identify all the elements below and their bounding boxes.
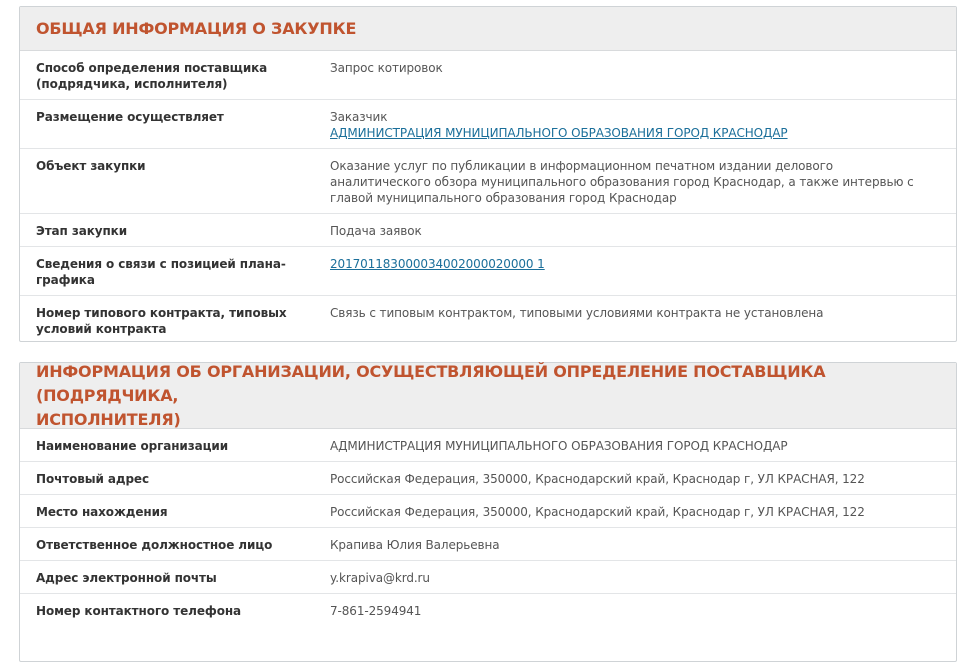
org-row-email: Адрес электронной почты y.krapiva@krd.ru: [20, 561, 956, 594]
row-label: Адрес электронной почты: [36, 571, 217, 585]
organization-info-panel: ИНФОРМАЦИЯ ОБ ОРГАНИЗАЦИИ, ОСУЩЕСТВЛЯЮЩЕ…: [19, 362, 957, 662]
row-label: Способ определения поставщика (подрядчик…: [36, 61, 268, 91]
general-info-header: ОБЩАЯ ИНФОРМАЦИЯ О ЗАКУПКЕ: [20, 7, 956, 51]
row-label: Номер контактного телефона: [36, 604, 242, 618]
org-row-postal-address: Почтовый адрес Российская Федерация, 350…: [20, 462, 956, 495]
row-value: 7-861-2594941: [330, 604, 422, 618]
row-label: Этап закупки: [36, 224, 128, 238]
org-row-name: Наименование организации АДМИНИСТРАЦИЯ М…: [20, 429, 956, 462]
customer-role: Заказчик: [330, 110, 388, 124]
row-label: Размещение осуществляет: [36, 110, 224, 124]
row-value: Запрос котировок: [330, 61, 443, 75]
info-row-stage: Этап закупки Подача заявок: [20, 214, 956, 247]
organization-info-title: ИНФОРМАЦИЯ ОБ ОРГАНИЗАЦИИ, ОСУЩЕСТВЛЯЮЩЕ…: [36, 361, 826, 429]
info-row-supplier-method: Способ определения поставщика (подрядчик…: [20, 51, 956, 100]
row-label: Место нахождения: [36, 505, 168, 519]
general-info-title: ОБЩАЯ ИНФОРМАЦИЯ О ЗАКУПКЕ: [36, 18, 357, 38]
row-label: Объект закупки: [36, 159, 146, 173]
row-label: Номер типового контракта, типовых услови…: [36, 306, 287, 336]
plan-position-link[interactable]: 201701183000034002000020000 1: [330, 257, 545, 271]
row-value: Связь с типовым контрактом, типовыми усл…: [330, 306, 824, 320]
general-info-panel: ОБЩАЯ ИНФОРМАЦИЯ О ЗАКУПКЕ Способ опреде…: [19, 6, 957, 342]
row-value: Российская Федерация, 350000, Краснодарс…: [330, 472, 865, 486]
customer-link[interactable]: АДМИНИСТРАЦИЯ МУНИЦИПАЛЬНОГО ОБРАЗОВАНИЯ…: [330, 125, 926, 141]
row-label: Ответственное должностное лицо: [36, 538, 273, 552]
general-info-rows: Способ определения поставщика (подрядчик…: [20, 51, 956, 344]
row-value: Подача заявок: [330, 224, 422, 238]
info-row-purchase-object: Объект закупки Оказание услуг по публика…: [20, 149, 956, 214]
info-row-typical-contract: Номер типового контракта, типовых услови…: [20, 296, 956, 344]
info-row-placement: Размещение осуществляет Заказчик АДМИНИС…: [20, 100, 956, 149]
row-label: Почтовый адрес: [36, 472, 149, 486]
row-value: y.krapiva@krd.ru: [330, 571, 430, 585]
org-row-location: Место нахождения Российская Федерация, 3…: [20, 495, 956, 528]
org-row-responsible-person: Ответственное должностное лицо Крапива Ю…: [20, 528, 956, 561]
row-label: Сведения о связи с позицией плана-график…: [36, 257, 286, 287]
organization-info-rows: Наименование организации АДМИНИСТРАЦИЯ М…: [20, 429, 956, 626]
row-label: Наименование организации: [36, 439, 229, 453]
row-value: Оказание услуг по публикации в информаци…: [330, 159, 914, 205]
org-row-phone: Номер контактного телефона 7-861-2594941: [20, 594, 956, 626]
row-value: Российская Федерация, 350000, Краснодарс…: [330, 505, 865, 519]
row-value: АДМИНИСТРАЦИЯ МУНИЦИПАЛЬНОГО ОБРАЗОВАНИЯ…: [330, 439, 788, 453]
row-value: Заказчик АДМИНИСТРАЦИЯ МУНИЦИПАЛЬНОГО ОБ…: [330, 109, 956, 141]
row-value: Крапива Юлия Валерьевна: [330, 538, 500, 552]
row-value: 201701183000034002000020000 1: [330, 256, 956, 288]
info-row-plan-position: Сведения о связи с позицией плана-график…: [20, 247, 956, 296]
organization-info-header: ИНФОРМАЦИЯ ОБ ОРГАНИЗАЦИИ, ОСУЩЕСТВЛЯЮЩЕ…: [20, 361, 956, 429]
